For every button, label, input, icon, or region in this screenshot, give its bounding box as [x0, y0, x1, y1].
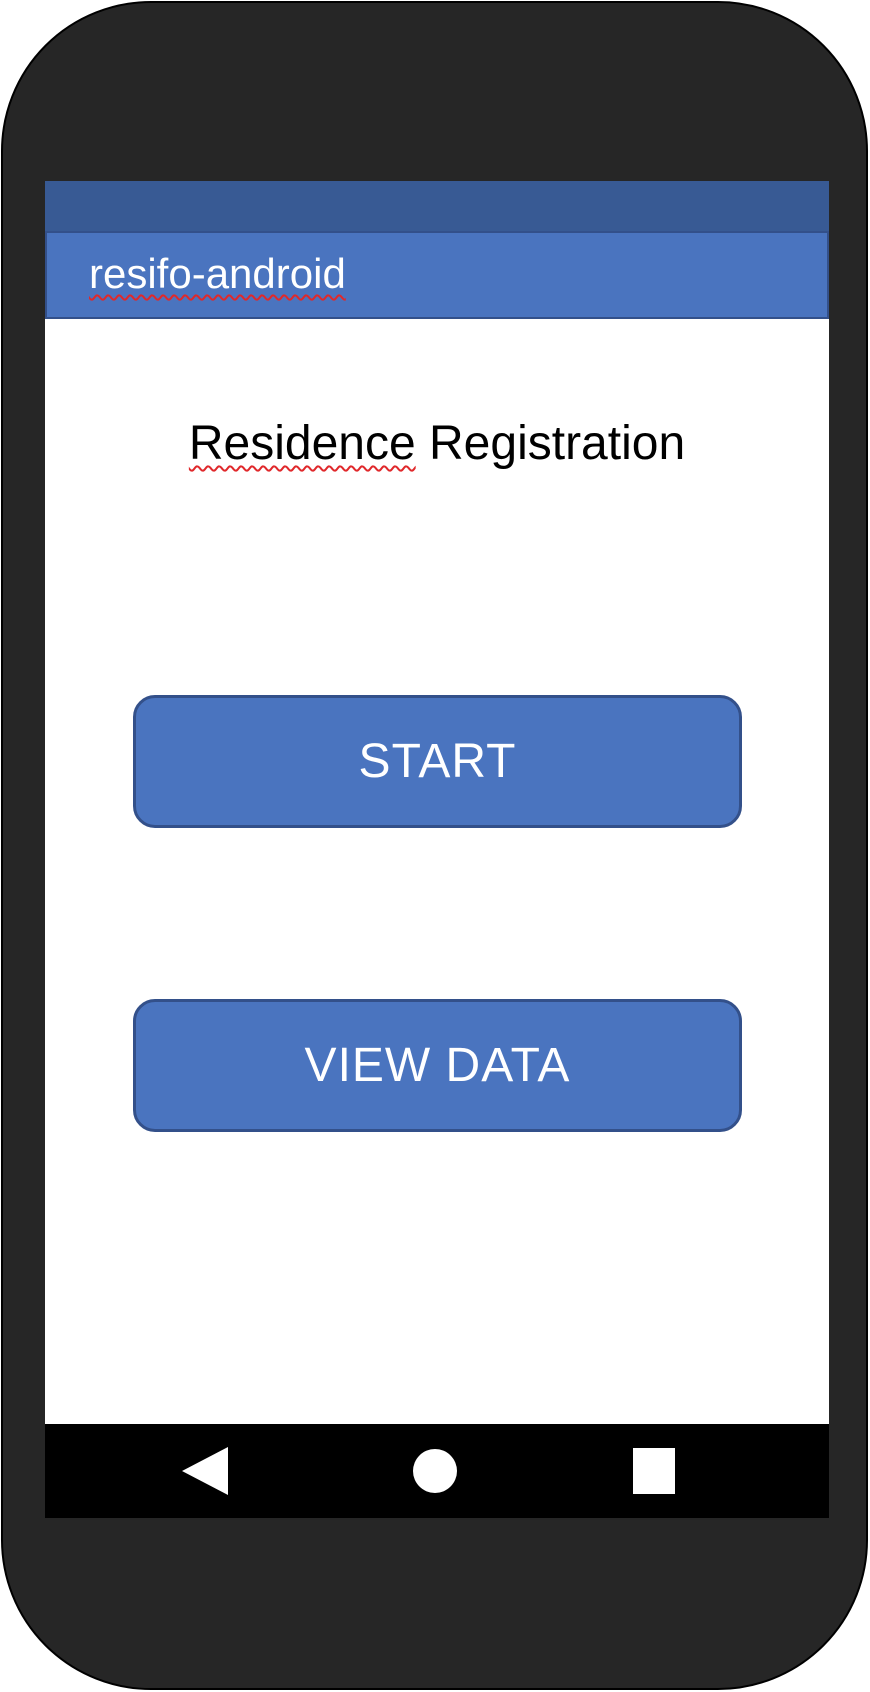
back-triangle-icon	[182, 1447, 228, 1495]
home-circle-icon	[413, 1449, 457, 1493]
app-screen: resifo-android Residence Registration ST…	[45, 181, 829, 1518]
app-title: resifo-android	[89, 250, 346, 297]
navigation-bar	[45, 1424, 829, 1518]
nav-home-button[interactable]	[390, 1424, 480, 1518]
view-data-button[interactable]: VIEW DATA	[133, 999, 742, 1132]
app-bar: resifo-android	[45, 231, 829, 319]
nav-back-button[interactable]	[160, 1424, 250, 1518]
start-button[interactable]: START	[133, 695, 742, 828]
status-bar	[45, 181, 829, 231]
nav-recents-button[interactable]	[609, 1424, 699, 1518]
phone-frame: resifo-android Residence Registration ST…	[1, 1, 868, 1690]
page-title-word-registration: Registration	[429, 417, 686, 470]
page-title-word-residence: Residence	[188, 417, 416, 470]
page-title: Residence Registration	[45, 414, 829, 474]
recents-square-icon	[633, 1448, 675, 1494]
